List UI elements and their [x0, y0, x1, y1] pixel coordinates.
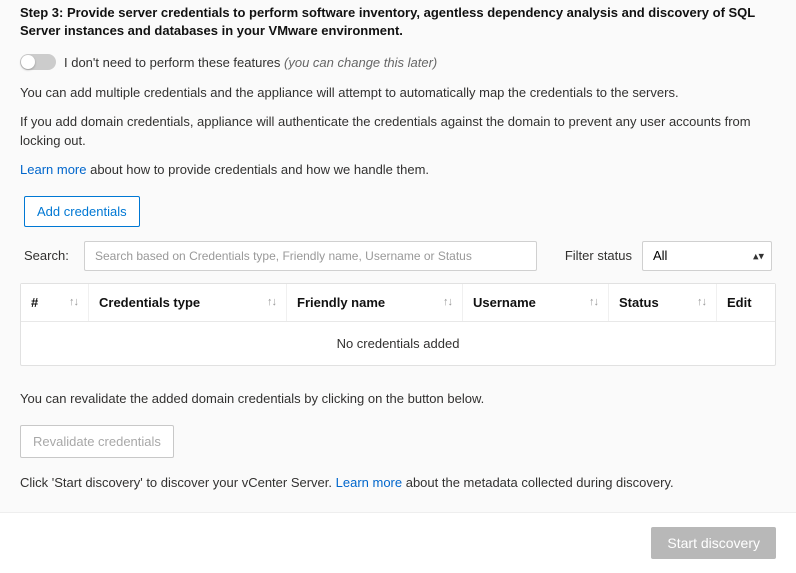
credentials-table: # ↑↓ Credentials type ↑↓ Friendly name ↑…	[20, 283, 776, 366]
table-header-row: # ↑↓ Credentials type ↑↓ Friendly name ↑…	[21, 284, 775, 322]
learn-more-metadata-link[interactable]: Learn more	[336, 475, 402, 490]
add-credentials-button[interactable]: Add credentials	[24, 196, 140, 227]
search-input[interactable]	[84, 241, 537, 271]
sort-icon: ↑↓	[697, 296, 706, 308]
learn-more-row: Learn more about how to provide credenti…	[20, 161, 776, 180]
col-header-number-label: #	[31, 295, 38, 310]
discovery-pre: Click 'Start discovery' to discover your…	[20, 475, 336, 490]
table-empty-message: No credentials added	[21, 322, 775, 365]
col-header-edit: Edit	[717, 284, 775, 321]
info-paragraph-2: If you add domain credentials, appliance…	[20, 113, 776, 151]
col-header-user-label: Username	[473, 295, 536, 310]
step3-panel: Step 3: Provide server credentials to pe…	[0, 0, 796, 512]
filter-status-select-wrap: All ▴▾	[642, 241, 772, 271]
col-header-edit-label: Edit	[727, 295, 752, 310]
discovery-post: about the metadata collected during disc…	[402, 475, 673, 490]
col-header-name-label: Friendly name	[297, 295, 385, 310]
sort-icon: ↑↓	[267, 296, 276, 308]
col-header-friendly-name[interactable]: Friendly name ↑↓	[287, 284, 463, 321]
learn-more-credentials-link[interactable]: Learn more	[20, 162, 86, 177]
col-header-number[interactable]: # ↑↓	[21, 284, 89, 321]
sort-icon: ↑↓	[589, 296, 598, 308]
filter-status-label: Filter status	[565, 248, 632, 263]
col-header-credentials-type[interactable]: Credentials type ↑↓	[89, 284, 287, 321]
search-filter-row: Search: Filter status All ▴▾	[20, 241, 776, 271]
revalidate-credentials-button[interactable]: Revalidate credentials	[20, 425, 174, 458]
toggle-label: I don't need to perform these features (…	[64, 55, 437, 70]
col-header-username[interactable]: Username ↑↓	[463, 284, 609, 321]
sort-icon: ↑↓	[443, 296, 452, 308]
col-header-type-label: Credentials type	[99, 295, 200, 310]
start-discovery-button[interactable]: Start discovery	[651, 527, 776, 559]
discovery-hint-row: Click 'Start discovery' to discover your…	[20, 474, 776, 493]
toggle-label-hint: (you can change this later)	[284, 55, 437, 70]
skip-features-toggle[interactable]	[20, 54, 56, 70]
info-paragraph-1: You can add multiple credentials and the…	[20, 84, 776, 103]
footer-bar: Start discovery	[0, 512, 796, 573]
filter-status-select[interactable]: All	[642, 241, 772, 271]
skip-features-toggle-row: I don't need to perform these features (…	[20, 54, 776, 70]
sort-icon: ↑↓	[69, 296, 78, 308]
search-label: Search:	[24, 248, 72, 263]
learn-more-rest: about how to provide credentials and how…	[86, 162, 429, 177]
revalidate-hint: You can revalidate the added domain cred…	[20, 390, 776, 409]
col-header-status[interactable]: Status ↑↓	[609, 284, 717, 321]
col-header-status-label: Status	[619, 295, 659, 310]
toggle-label-main: I don't need to perform these features	[64, 55, 280, 70]
step-title: Step 3: Provide server credentials to pe…	[20, 4, 776, 40]
